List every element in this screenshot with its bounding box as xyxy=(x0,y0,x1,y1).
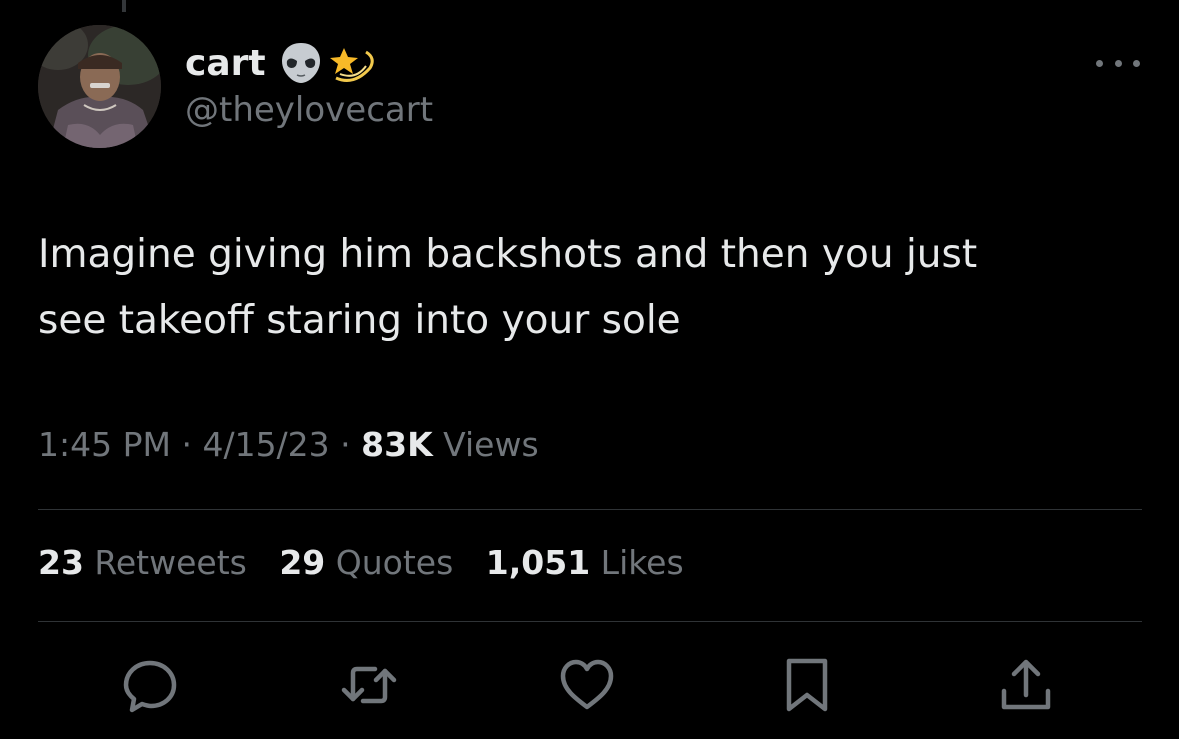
likes-count: 1,051 xyxy=(485,543,591,582)
retweet-icon xyxy=(341,666,397,704)
tweet-text-line-1: Imagine giving him backshots and then yo… xyxy=(38,232,978,277)
engagement-stats: 23 Retweets 29 Quotes 1,051 Likes xyxy=(38,543,706,582)
like-button[interactable] xyxy=(556,654,618,716)
divider xyxy=(38,621,1142,622)
likes-label: Likes xyxy=(590,543,684,582)
quotes-count: 29 xyxy=(279,543,326,582)
retweet-button[interactable] xyxy=(338,654,400,716)
tweet-metadata: 1:45 PM · 4/15/23 · 83K Views xyxy=(38,425,539,464)
more-icon-dot xyxy=(1133,59,1140,67)
tweet-time[interactable]: 1:45 PM xyxy=(38,425,171,464)
dizzy-star-icon xyxy=(329,40,376,86)
retweets-count: 23 xyxy=(38,543,84,582)
bookmark-button[interactable] xyxy=(776,654,838,716)
divider xyxy=(38,509,1142,510)
more-icon-dot xyxy=(1114,59,1122,67)
display-name[interactable]: cart xyxy=(185,43,266,84)
tweet-detail: cart @theylovecart Imagine giving him ba… xyxy=(0,0,1179,739)
tweet-text: Imagine giving him backshots and then yo… xyxy=(38,222,1138,354)
quotes-label: Quotes xyxy=(325,543,454,582)
heart-icon xyxy=(560,659,614,710)
tweet-text-line-2: see takeoff staring into your sole xyxy=(38,298,681,343)
thread-connector-line xyxy=(122,0,126,12)
views-label[interactable]: Views xyxy=(433,425,539,464)
retweets-label: Retweets xyxy=(83,543,247,582)
meta-separator: · xyxy=(170,425,203,464)
username-handle[interactable]: @theylovecart xyxy=(185,90,433,130)
views-count[interactable]: 83K xyxy=(361,425,433,464)
share-icon xyxy=(1001,659,1051,710)
quotes-stat[interactable]: 29 Quotes xyxy=(279,543,453,582)
share-button[interactable] xyxy=(995,654,1057,716)
tweet-date[interactable]: 4/15/23 xyxy=(202,425,329,464)
display-name-row[interactable]: cart xyxy=(185,37,376,89)
likes-stat[interactable]: 1,051 Likes xyxy=(486,543,684,582)
more-options-button[interactable] xyxy=(1096,53,1140,73)
meta-separator: · xyxy=(329,425,362,464)
reply-button[interactable] xyxy=(119,654,181,716)
retweets-stat[interactable]: 23 Retweets xyxy=(38,543,247,582)
bookmark-icon xyxy=(786,658,828,712)
more-icon xyxy=(1096,59,1103,67)
avatar[interactable] xyxy=(38,25,161,148)
alien-emoji-icon xyxy=(278,40,324,86)
reply-icon xyxy=(123,660,177,713)
